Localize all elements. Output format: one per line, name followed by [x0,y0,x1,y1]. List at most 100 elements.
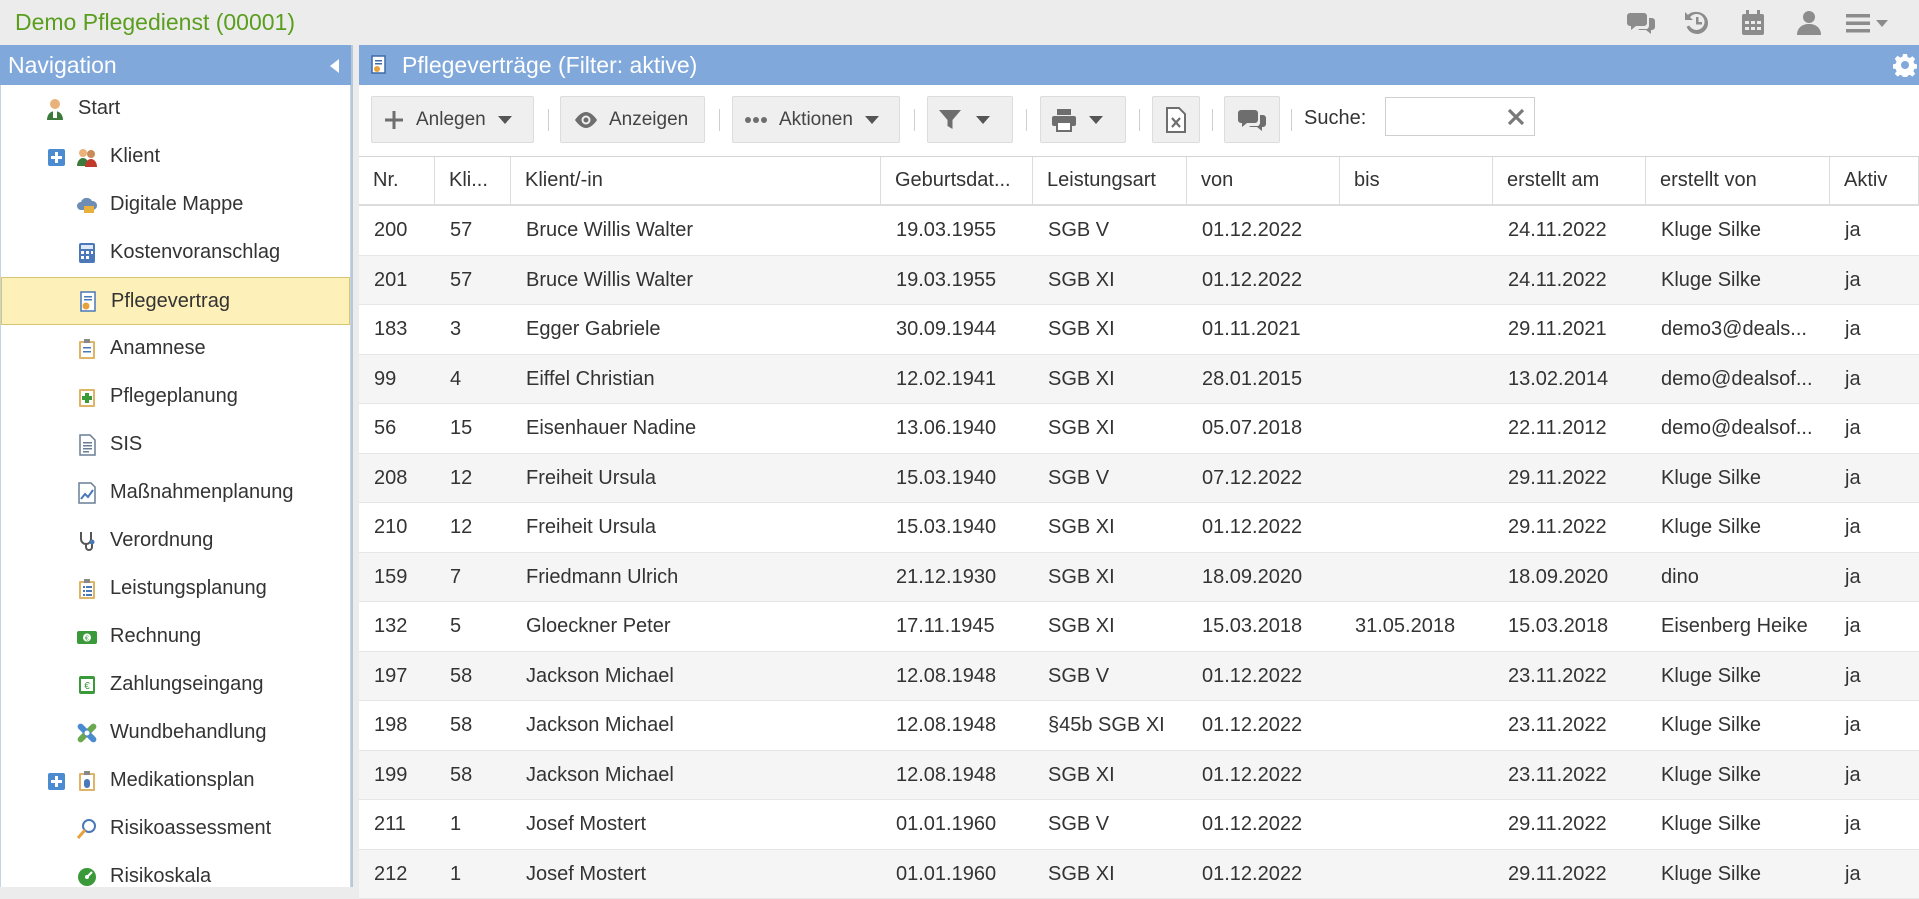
actions-button[interactable]: Aktionen [732,96,900,143]
table-cell: SGB V [1033,800,1187,849]
table-row[interactable]: 19858Jackson Michael12.08.1948§45b SGB X… [359,701,1919,751]
chart-doc-icon [76,482,98,504]
table-cell: ja [1830,553,1919,602]
table-cell: Bruce Willis Walter [511,256,881,305]
comments-icon [1237,108,1267,132]
filter-icon [938,109,962,131]
cloud-folder-icon [76,194,98,216]
table-cell: 5 [435,602,511,651]
table-cell: ja [1830,256,1919,305]
table-cell: Kluge Silke [1646,206,1830,255]
calendar-icon[interactable] [1725,8,1781,38]
sidebar-item-maßnahmenplanung[interactable]: Maßnahmenplanung [1,469,350,517]
sidebar-item-verordnung[interactable]: Verordnung [1,517,350,565]
sidebar-item-label: Pflegeplanung [110,385,238,408]
table-cell: Friedmann Ulrich [511,553,881,602]
comments-button[interactable] [1224,96,1280,143]
table-row[interactable]: 20157Bruce Willis Walter19.03.1955SGB XI… [359,256,1919,306]
column-header[interactable]: Geburtsdat... [881,157,1033,204]
gear-icon[interactable] [1893,53,1917,77]
sidebar-item-kostenvoranschlag[interactable]: Kostenvoranschlag [1,229,350,277]
sidebar-item-wundbehandlung[interactable]: Wundbehandlung [1,709,350,757]
table-cell: 29.11.2022 [1493,800,1646,849]
history-icon[interactable] [1669,8,1725,38]
table-row[interactable]: 1833Egger Gabriele30.09.1944SGB XI01.11.… [359,305,1919,355]
table-cell: 58 [435,652,511,701]
table-row[interactable]: 2111Josef Mostert01.01.1960SGB V01.12.20… [359,800,1919,850]
filter-button[interactable] [927,96,1013,143]
table-body: 20057Bruce Willis Walter19.03.1955SGB V0… [359,206,1919,899]
column-header[interactable]: Klient/-in [511,157,881,204]
column-header[interactable]: Leistungsart [1033,157,1187,204]
table-row[interactable]: 1597Friedmann Ulrich21.12.1930SGB XI18.0… [359,553,1919,603]
column-header[interactable]: bis [1340,157,1493,204]
chevron-down-icon [976,116,990,124]
table-cell: 17.11.1945 [881,602,1033,651]
sidebar-item-sis[interactable]: SIS [1,421,350,469]
close-icon[interactable] [1506,107,1526,127]
sidebar-item-digitale-mappe[interactable]: Digitale Mappe [1,181,350,229]
svg-text:€: € [85,636,89,643]
show-button[interactable]: Anzeigen [560,96,705,143]
column-header[interactable]: erstellt von [1646,157,1830,204]
sidebar-item-pflegeplanung[interactable]: Pflegeplanung [1,373,350,421]
table-row[interactable]: 21012Freiheit Ursula15.03.1940SGB XI01.1… [359,503,1919,553]
sidebar-item-medikationsplan[interactable]: Medikationsplan [1,757,350,805]
table-header: Nr.Kli...Klient/-inGeburtsdat...Leistung… [359,157,1919,206]
table-cell: Eiffel Christian [511,355,881,404]
toolbar-divider [548,109,549,131]
sidebar-item-klient[interactable]: Klient [1,133,350,181]
table-cell: Kluge Silke [1646,652,1830,701]
create-button[interactable]: Anlegen [371,96,534,143]
table-cell: 99 [359,355,435,404]
table-row[interactable]: 20812Freiheit Ursula15.03.1940SGB V07.12… [359,454,1919,504]
sidebar-item-leistungsplanung[interactable]: Leistungsplanung [1,565,350,613]
print-button[interactable] [1040,96,1126,143]
table-cell: §45b SGB XI [1033,701,1187,750]
sidebar-item-anamnese[interactable]: Anamnese [1,325,350,373]
table-cell: 21.12.1930 [881,553,1033,602]
magnifier-icon [76,818,98,840]
expand-icon[interactable] [48,773,65,790]
menu-icon[interactable] [1837,8,1899,38]
chat-icon[interactable] [1613,8,1669,38]
excel-export-button[interactable] [1152,96,1200,143]
table-cell: Jackson Michael [511,701,881,750]
sidebar-item-rechnung[interactable]: €Rechnung [1,613,350,661]
sidebar-item-risikoassessment[interactable]: Risikoassessment [1,805,350,853]
column-header[interactable]: von [1187,157,1340,204]
navigation-header: Navigation [0,45,351,85]
column-header[interactable]: Aktiv [1830,157,1919,204]
table-cell: SGB V [1033,206,1187,255]
table-row[interactable]: 19758Jackson Michael12.08.1948SGB V01.12… [359,652,1919,702]
sidebar-item-start[interactable]: Start [1,85,350,133]
column-header[interactable]: Nr. [359,157,435,204]
table-row[interactable]: 994Eiffel Christian12.02.1941SGB XI28.01… [359,355,1919,405]
table-cell: Eisenhauer Nadine [511,404,881,453]
sidebar-item-zahlungseingang[interactable]: €Zahlungseingang [1,661,350,709]
sidebar-item-label: Anamnese [110,337,206,360]
sidebar-item-risikoskala[interactable]: Risikoskala [1,853,350,887]
table-cell: 56 [359,404,435,453]
expand-icon[interactable] [48,149,65,166]
table-row[interactable]: 2121Josef Mostert01.01.1960SGB XI01.12.2… [359,850,1919,899]
eye-icon [573,111,599,129]
table-row[interactable]: 1325Gloeckner Peter17.11.1945SGB XI15.03… [359,602,1919,652]
table-row[interactable]: 20057Bruce Willis Walter19.03.1955SGB V0… [359,206,1919,256]
sidebar-item-label: Digitale Mappe [110,193,243,216]
sidebar-item-pflegevertrag[interactable]: Pflegevertrag [1,277,350,325]
app-title: Demo Pflegedienst (00001) [15,9,295,36]
table-row[interactable]: 19958Jackson Michael12.08.1948SGB XI01.1… [359,751,1919,801]
column-header[interactable]: erstellt am [1493,157,1646,204]
clients-icon [76,146,98,168]
table-cell: 15.03.1940 [881,503,1033,552]
table-row[interactable]: 5615Eisenhauer Nadine13.06.1940SGB XI05.… [359,404,1919,454]
user-icon[interactable] [1781,8,1837,38]
collapse-navigation-icon[interactable] [330,59,339,73]
table-cell: 31.05.2018 [1340,602,1493,651]
column-header[interactable]: Kli... [435,157,511,204]
sidebar-item-label: Verordnung [110,529,213,552]
sidebar-item-label: SIS [110,433,142,456]
list-clipboard-icon [76,578,98,600]
search-label: Suche: [1304,107,1366,130]
